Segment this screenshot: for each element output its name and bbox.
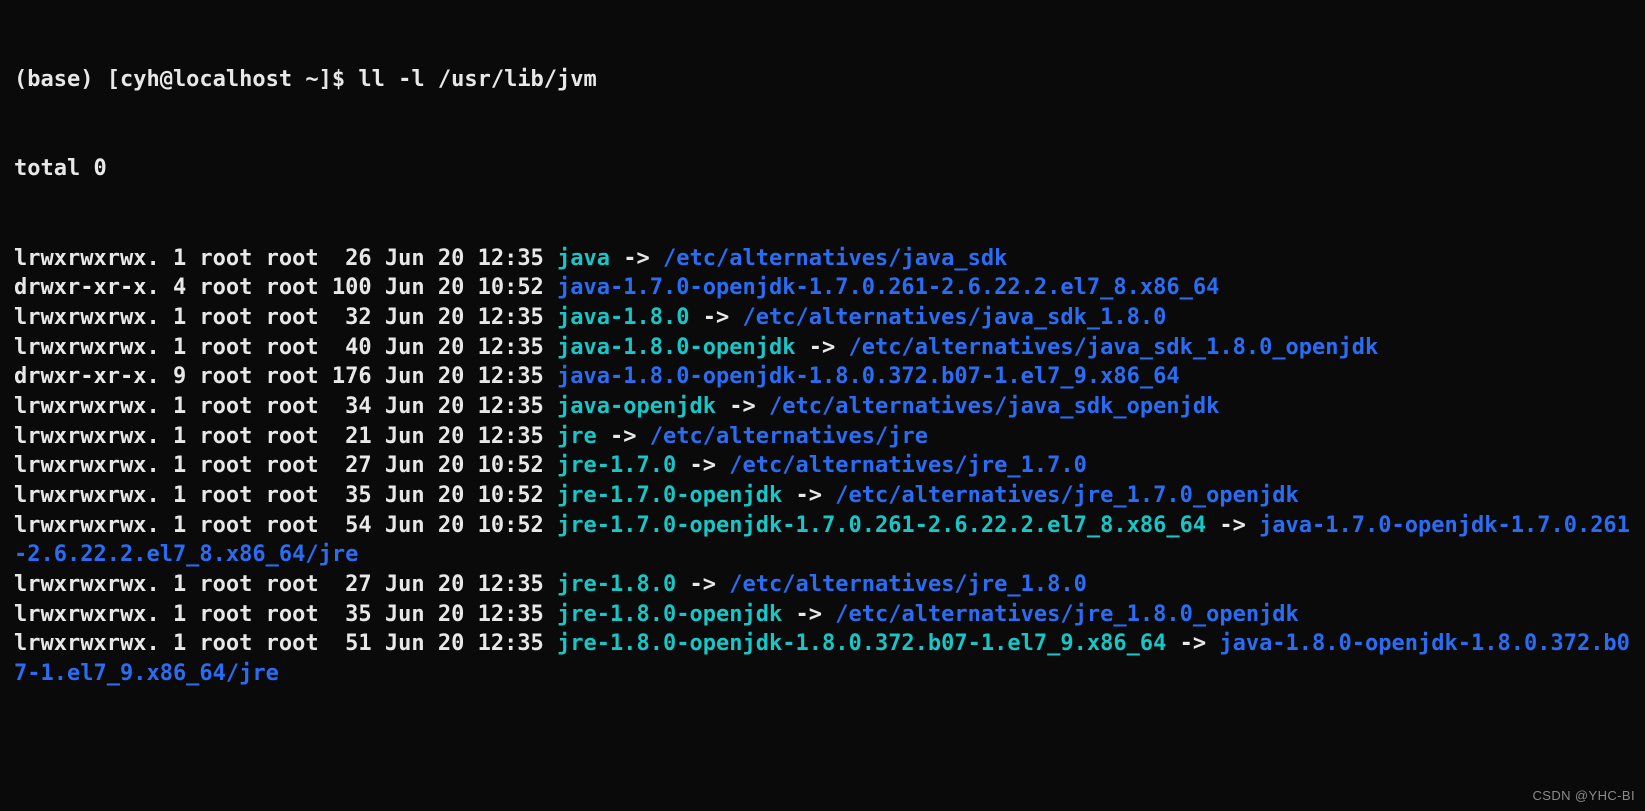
file-metadata: lrwxrwxrwx. 1 root root 54 Jun 20 10:52 bbox=[14, 513, 557, 538]
symlink-target: /etc/alternatives/jre_1.7.0_openjdk bbox=[835, 483, 1299, 508]
file-metadata: lrwxrwxrwx. 1 root root 32 Jun 20 12:35 bbox=[14, 305, 557, 330]
listing-row: lrwxrwxrwx. 1 root root 40 Jun 20 12:35 … bbox=[14, 333, 1631, 363]
symlink-arrow: -> bbox=[795, 335, 848, 360]
listing-row: lrwxrwxrwx. 1 root root 27 Jun 20 12:35 … bbox=[14, 570, 1631, 600]
symlink-arrow: -> bbox=[782, 602, 835, 627]
file-name: java-1.7.0-openjdk-1.7.0.261-2.6.22.2.el… bbox=[557, 275, 1219, 300]
symlink-arrow: -> bbox=[716, 394, 769, 419]
symlink-target: /etc/alternatives/jre_1.7.0 bbox=[729, 453, 1087, 478]
total-line: total 0 bbox=[14, 154, 1631, 184]
listing-row: drwxr-xr-x. 9 root root 176 Jun 20 12:35… bbox=[14, 362, 1631, 392]
file-name: jre-1.7.0-openjdk bbox=[557, 483, 782, 508]
file-name: java-openjdk bbox=[557, 394, 716, 419]
watermark-text: CSDN @YHC-BI bbox=[1532, 787, 1635, 805]
symlink-arrow: -> bbox=[690, 305, 743, 330]
file-metadata: drwxr-xr-x. 4 root root 100 Jun 20 10:52 bbox=[14, 275, 557, 300]
symlink-target: /etc/alternatives/java_sdk_1.8.0_openjdk bbox=[848, 335, 1378, 360]
file-name: jre-1.7.0 bbox=[557, 453, 676, 478]
symlink-target: /etc/alternatives/jre_1.8.0_openjdk bbox=[835, 602, 1299, 627]
symlink-target: /etc/alternatives/java_sdk bbox=[663, 246, 1007, 271]
listing-row: lrwxrwxrwx. 1 root root 21 Jun 20 12:35 … bbox=[14, 422, 1631, 452]
file-metadata: lrwxrwxrwx. 1 root root 26 Jun 20 12:35 bbox=[14, 246, 557, 271]
symlink-arrow: -> bbox=[676, 453, 729, 478]
file-name: jre-1.8.0 bbox=[557, 572, 676, 597]
file-name: jre-1.8.0-openjdk bbox=[557, 602, 782, 627]
terminal-output: (base) [cyh@localhost ~]$ ll -l /usr/lib… bbox=[0, 0, 1645, 725]
symlink-arrow: -> bbox=[782, 483, 835, 508]
file-name: jre bbox=[557, 424, 597, 449]
listing-row: lrwxrwxrwx. 1 root root 27 Jun 20 10:52 … bbox=[14, 451, 1631, 481]
directory-listing: lrwxrwxrwx. 1 root root 26 Jun 20 12:35 … bbox=[14, 244, 1631, 689]
symlink-target: /etc/alternatives/java_sdk_openjdk bbox=[769, 394, 1219, 419]
file-name: java-1.8.0-openjdk bbox=[557, 335, 795, 360]
listing-row: lrwxrwxrwx. 1 root root 51 Jun 20 12:35 … bbox=[14, 629, 1631, 688]
file-metadata: lrwxrwxrwx. 1 root root 21 Jun 20 12:35 bbox=[14, 424, 557, 449]
file-metadata: lrwxrwxrwx. 1 root root 40 Jun 20 12:35 bbox=[14, 335, 557, 360]
listing-row: lrwxrwxrwx. 1 root root 54 Jun 20 10:52 … bbox=[14, 511, 1631, 570]
symlink-target: /etc/alternatives/jre bbox=[650, 424, 928, 449]
symlink-arrow: -> bbox=[676, 572, 729, 597]
listing-row: lrwxrwxrwx. 1 root root 32 Jun 20 12:35 … bbox=[14, 303, 1631, 333]
file-metadata: lrwxrwxrwx. 1 root root 27 Jun 20 10:52 bbox=[14, 453, 557, 478]
symlink-arrow: -> bbox=[597, 424, 650, 449]
file-metadata: lrwxrwxrwx. 1 root root 27 Jun 20 12:35 bbox=[14, 572, 557, 597]
listing-row: lrwxrwxrwx. 1 root root 35 Jun 20 12:35 … bbox=[14, 600, 1631, 630]
prompt-line: (base) [cyh@localhost ~]$ ll -l /usr/lib… bbox=[14, 65, 1631, 95]
file-metadata: drwxr-xr-x. 9 root root 176 Jun 20 12:35 bbox=[14, 364, 557, 389]
symlink-target: /etc/alternatives/jre_1.8.0 bbox=[729, 572, 1087, 597]
file-name: jre-1.7.0-openjdk-1.7.0.261-2.6.22.2.el7… bbox=[557, 513, 1206, 538]
listing-row: lrwxrwxrwx. 1 root root 26 Jun 20 12:35 … bbox=[14, 244, 1631, 274]
shell-prompt: (base) [cyh@localhost ~]$ bbox=[14, 67, 358, 92]
file-metadata: lrwxrwxrwx. 1 root root 34 Jun 20 12:35 bbox=[14, 394, 557, 419]
symlink-target: /etc/alternatives/java_sdk_1.8.0 bbox=[743, 305, 1167, 330]
file-name: java bbox=[557, 246, 610, 271]
file-name: java-1.8.0 bbox=[557, 305, 689, 330]
listing-row: lrwxrwxrwx. 1 root root 35 Jun 20 10:52 … bbox=[14, 481, 1631, 511]
file-metadata: lrwxrwxrwx. 1 root root 35 Jun 20 12:35 bbox=[14, 602, 557, 627]
file-metadata: lrwxrwxrwx. 1 root root 51 Jun 20 12:35 bbox=[14, 631, 557, 656]
file-name: jre-1.8.0-openjdk-1.8.0.372.b07-1.el7_9.… bbox=[557, 631, 1166, 656]
command-text: ll -l /usr/lib/jvm bbox=[358, 67, 596, 92]
file-metadata: lrwxrwxrwx. 1 root root 35 Jun 20 10:52 bbox=[14, 483, 557, 508]
file-name: java-1.8.0-openjdk-1.8.0.372.b07-1.el7_9… bbox=[557, 364, 1180, 389]
symlink-arrow: -> bbox=[610, 246, 663, 271]
symlink-arrow: -> bbox=[1206, 513, 1259, 538]
listing-row: lrwxrwxrwx. 1 root root 34 Jun 20 12:35 … bbox=[14, 392, 1631, 422]
listing-row: drwxr-xr-x. 4 root root 100 Jun 20 10:52… bbox=[14, 273, 1631, 303]
symlink-arrow: -> bbox=[1166, 631, 1219, 656]
